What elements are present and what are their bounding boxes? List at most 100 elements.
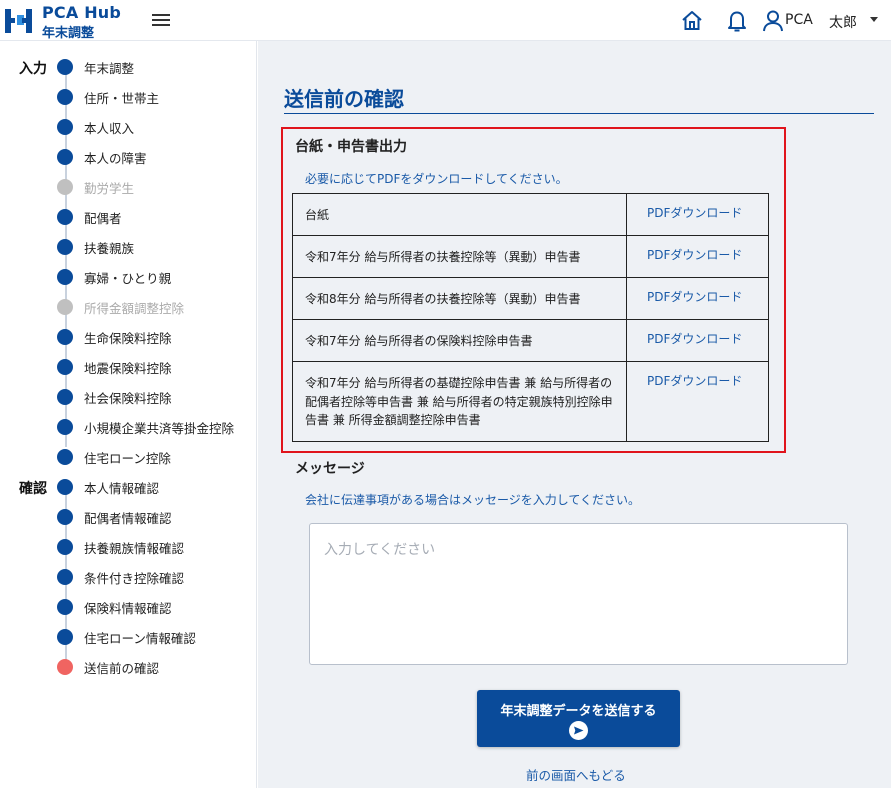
link-cell: PDFダウンロード xyxy=(626,235,769,278)
sidebar-step-nenmatsu[interactable]: 年末調整 xyxy=(57,57,134,77)
sidebar-step-social-insurance[interactable]: 社会保険料控除 xyxy=(57,387,172,407)
sidebar-step-spouse[interactable]: 配偶者 xyxy=(57,207,122,227)
message-box xyxy=(309,523,848,665)
pdf-download-table: 台紙 PDFダウンロード 令和7年分 給与所得者の扶養控除等（異動）申告書 PD… xyxy=(292,193,769,442)
sidebar-step-disability[interactable]: 本人の障害 xyxy=(57,147,147,167)
sidebar-step-conditional-confirm[interactable]: 条件付き控除確認 xyxy=(57,567,184,587)
document-name: 令和7年分 給与所得者の保険料控除申告書 xyxy=(292,319,627,362)
step-label: 扶養親族 xyxy=(84,240,135,256)
table-row: 令和7年分 給与所得者の基礎控除申告書 兼 給与所得者の配偶者控除等申告書 兼 … xyxy=(292,361,769,442)
step-dot xyxy=(57,359,73,375)
pca-logo-icon[interactable] xyxy=(4,5,34,36)
step-dot xyxy=(57,119,73,135)
step-dot xyxy=(57,239,73,255)
step-label: 本人情報確認 xyxy=(84,480,160,496)
page-title: 送信前の確認 xyxy=(284,87,404,111)
section-label-confirm: 確認 xyxy=(19,481,47,497)
app-header: PCA Hub 年末調整 PCA 太郎 xyxy=(0,0,891,41)
step-dot xyxy=(57,569,73,585)
step-dot xyxy=(57,329,73,345)
sidebar-step-income[interactable]: 本人収入 xyxy=(57,117,134,137)
step-dot xyxy=(57,629,73,645)
pdf-download-link[interactable]: PDFダウンロード xyxy=(647,332,742,346)
sidebar-step-spouse-confirm[interactable]: 配偶者情報確認 xyxy=(57,507,172,527)
document-name: 令和8年分 給与所得者の扶養控除等（異動）申告書 xyxy=(292,277,627,320)
brand-subtitle: 年末調整 xyxy=(42,26,95,41)
document-name: 令和7年分 給与所得者の基礎控除申告書 兼 給与所得者の配偶者控除等申告書 兼 … xyxy=(292,361,627,442)
document-name: 令和7年分 給与所得者の扶養控除等（異動）申告書 xyxy=(292,235,627,278)
step-label: 配偶者 xyxy=(84,210,122,226)
send-button-label: 年末調整データを送信する xyxy=(500,704,657,719)
step-dot xyxy=(57,539,73,555)
sidebar-step-working-student: 勤労学生 xyxy=(57,177,134,197)
table-row: 令和7年分 給与所得者の扶養控除等（異動）申告書 PDFダウンロード xyxy=(292,235,769,278)
step-label: 年末調整 xyxy=(84,60,135,76)
step-dot xyxy=(57,389,73,405)
output-section-heading: 台紙・申告書出力 xyxy=(295,139,407,155)
section-label-input: 入力 xyxy=(19,61,47,77)
sidebar-step-dependents[interactable]: 扶養親族 xyxy=(57,237,134,257)
home-icon[interactable] xyxy=(680,9,704,33)
link-cell: PDFダウンロード xyxy=(626,319,769,362)
pdf-download-link[interactable]: PDFダウンロード xyxy=(647,374,742,388)
sidebar-step-insurance-confirm[interactable]: 保険料情報確認 xyxy=(57,597,172,617)
sidebar-step-small-business-mutual[interactable]: 小規模企業共済等掛金控除 xyxy=(57,417,234,437)
brand-title[interactable]: PCA Hub xyxy=(42,3,121,22)
step-label: 所得金額調整控除 xyxy=(84,300,185,316)
sidebar-step-personal-confirm[interactable]: 本人情報確認 xyxy=(57,477,159,497)
sidebar-step-pre-submit-confirm[interactable]: 送信前の確認 xyxy=(57,657,159,677)
sidebar-step-housing-loan[interactable]: 住宅ローン控除 xyxy=(57,447,171,467)
step-label: 社会保険料控除 xyxy=(84,390,172,406)
pdf-download-link[interactable]: PDFダウンロード xyxy=(647,248,742,262)
step-label: 勤労学生 xyxy=(84,180,135,196)
step-dot xyxy=(57,479,73,495)
step-label: 扶養親族情報確認 xyxy=(84,540,185,556)
sidebar-step-earthquake-insurance[interactable]: 地震保険料控除 xyxy=(57,357,172,377)
bell-icon[interactable] xyxy=(725,8,749,34)
table-row: 台紙 PDFダウンロード xyxy=(292,193,769,236)
step-label: 小規模企業共済等掛金控除 xyxy=(84,420,235,436)
table-row: 令和7年分 給与所得者の保険料控除申告書 PDFダウンロード xyxy=(292,319,769,362)
table-row: 令和8年分 給与所得者の扶養控除等（異動）申告書 PDFダウンロード xyxy=(292,277,769,320)
message-section-description: 会社に伝達事項がある場合はメッセージを入力してください。 xyxy=(305,493,641,507)
sidebar-step-income-adjustment: 所得金額調整控除 xyxy=(57,297,184,317)
step-label: 条件付き控除確認 xyxy=(84,570,185,586)
step-label: 住所・世帯主 xyxy=(84,90,160,106)
sidebar-step-housing-loan-confirm[interactable]: 住宅ローン情報確認 xyxy=(57,627,196,647)
step-dot xyxy=(57,419,73,435)
step-label: 寡婦・ひとり親 xyxy=(84,270,172,286)
step-label: 住宅ローン控除 xyxy=(84,450,171,466)
step-dot xyxy=(57,89,73,105)
user-icon[interactable] xyxy=(762,9,784,33)
user-name[interactable]: PCA xyxy=(785,12,813,28)
link-cell: PDFダウンロード xyxy=(626,277,769,320)
pdf-download-link[interactable]: PDFダウンロード xyxy=(647,290,742,304)
sidebar-step-address[interactable]: 住所・世帯主 xyxy=(57,87,159,107)
step-dot xyxy=(57,149,73,165)
title-divider xyxy=(284,113,874,114)
step-label: 配偶者情報確認 xyxy=(84,510,172,526)
sidebar-step-widow[interactable]: 寡婦・ひとり親 xyxy=(57,267,171,287)
step-dot xyxy=(57,179,73,195)
step-label: 生命保険料控除 xyxy=(84,330,172,346)
step-dot xyxy=(57,209,73,225)
step-label: 保険料情報確認 xyxy=(84,600,172,616)
sidebar-step-life-insurance[interactable]: 生命保険料控除 xyxy=(57,327,172,347)
step-dot xyxy=(57,299,73,315)
step-dot xyxy=(57,599,73,615)
step-label: 送信前の確認 xyxy=(84,660,160,676)
main-content: 送信前の確認 台紙・申告書出力 必要に応じてPDFをダウンロードしてください。 … xyxy=(258,41,891,788)
message-textarea[interactable] xyxy=(310,524,847,664)
step-label: 地震保険料控除 xyxy=(84,360,172,376)
step-dot xyxy=(57,269,73,285)
link-cell: PDFダウンロード xyxy=(626,193,769,236)
pdf-download-link[interactable]: PDFダウンロード xyxy=(647,206,742,220)
step-label: 本人の障害 xyxy=(84,150,147,166)
send-data-button[interactable]: 年末調整データを送信する xyxy=(477,690,680,747)
step-dot xyxy=(57,509,73,525)
hamburger-menu-icon[interactable] xyxy=(150,11,172,29)
back-link[interactable]: 前の画面へもどる xyxy=(526,765,626,784)
caret-down-icon[interactable] xyxy=(870,17,878,22)
sidebar-step-dependents-confirm[interactable]: 扶養親族情報確認 xyxy=(57,537,184,557)
user-given-name[interactable]: 太郎 xyxy=(829,12,857,32)
